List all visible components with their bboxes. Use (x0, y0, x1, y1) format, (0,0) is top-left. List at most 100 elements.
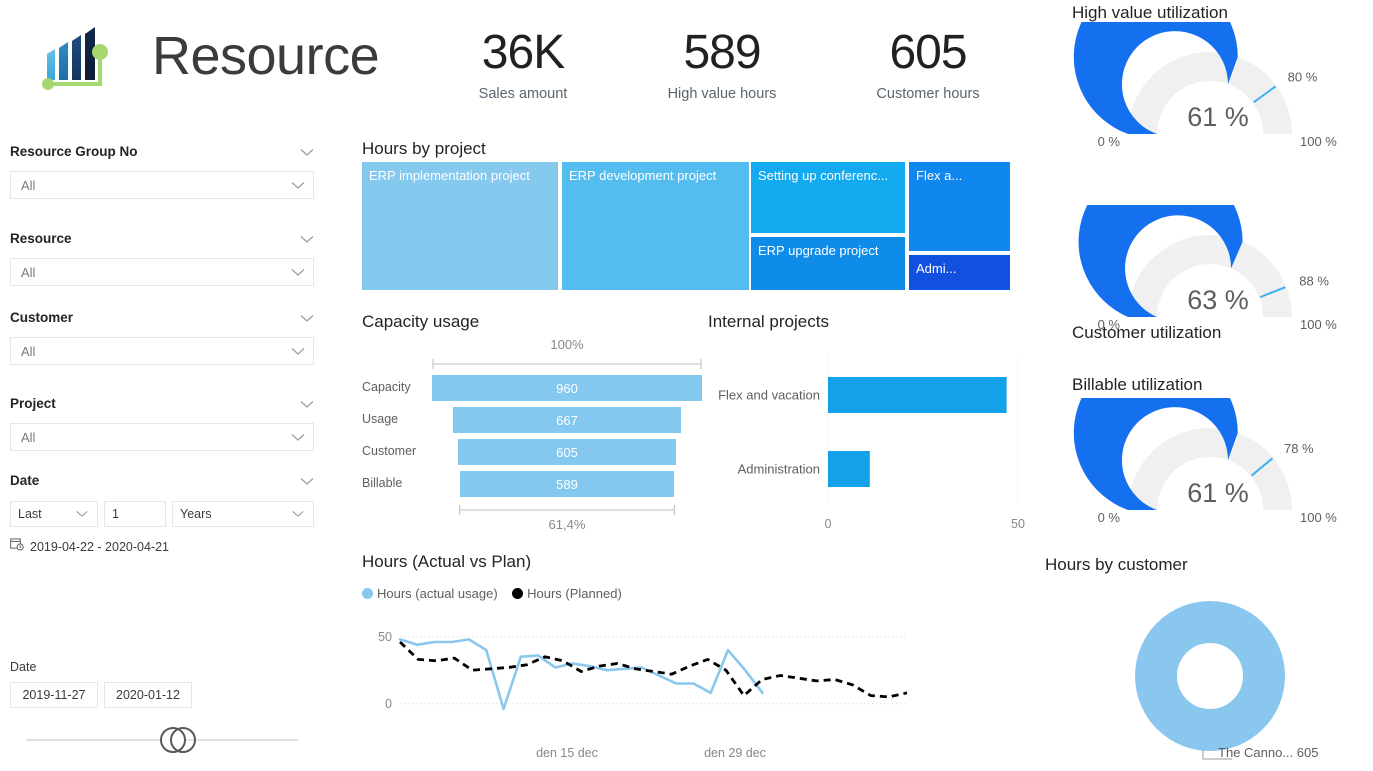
date-range-slicer[interactable]: Date 2019-11-27 2020-01-12 (10, 660, 314, 755)
slider-handle-right[interactable] (170, 727, 196, 753)
gauge-billable-utilization[interactable]: 78 % 0 % 100 % 61 % (1070, 350, 1370, 528)
treemap-tile[interactable]: ERP development project (562, 162, 749, 290)
date-range-track[interactable] (10, 725, 314, 755)
gauge-title-billable: Billable utilization (1072, 375, 1203, 394)
slicer-header: Resource (10, 231, 72, 246)
internal-projects-title: Internal projects (708, 312, 829, 331)
chevron-down-icon[interactable] (76, 510, 90, 519)
internal-projects-bar-chart[interactable]: Flex and vacation Administration 0 50 (708, 338, 1028, 538)
chevron-down-icon[interactable] (300, 235, 314, 244)
treemap-tile[interactable]: ERP implementation project (362, 162, 558, 290)
slicer-resource[interactable]: Resource All (10, 230, 314, 286)
funnel-title: Capacity usage (362, 312, 480, 331)
slicer-header: Resource Group No (10, 144, 138, 159)
gauge-max-label: 100 % (1300, 317, 1337, 332)
line-series-planned[interactable] (399, 640, 908, 699)
legend-item-planned[interactable]: Hours (Planned) (512, 586, 622, 601)
chevron-down-icon[interactable] (291, 347, 305, 356)
gauge-min-label: 0 % (1098, 317, 1121, 332)
funnel-bar-value: 605 (556, 444, 578, 460)
donut-segment[interactable] (1135, 601, 1285, 751)
funnel-row[interactable]: Usage 667 (362, 407, 702, 439)
kpi-card-sales-amount[interactable]: 36K Sales amount (446, 24, 600, 104)
slicer-customer[interactable]: Customer All (10, 309, 314, 365)
funnel-bar[interactable]: 667 (452, 407, 682, 433)
internal-project-bar[interactable] (828, 377, 1007, 413)
treemap-tile[interactable]: Flex a... (909, 162, 1010, 251)
slicer-resource-group-no[interactable]: Resource Group No All (10, 143, 314, 199)
slicer-header: Project (10, 396, 56, 411)
treemap-tile[interactable]: Setting up conferenc... (751, 162, 905, 233)
slicer-header: Date (10, 473, 40, 488)
internal-project-label: Administration (738, 462, 820, 477)
legend-swatch (362, 588, 373, 599)
gauge-min-label: 0 % (1098, 510, 1121, 525)
date-mode-dropdown[interactable]: Last (10, 501, 98, 527)
chevron-down-icon[interactable] (291, 268, 305, 277)
chevron-down-icon[interactable] (300, 400, 314, 409)
funnel-top-bracket (432, 359, 702, 369)
chevron-down-icon[interactable] (300, 148, 314, 157)
slicer-value: All (21, 177, 36, 193)
gauge-target-label: 80 % (1288, 70, 1318, 85)
slicer-dropdown[interactable]: All (10, 171, 314, 199)
hours-by-project-treemap[interactable]: ERP implementation project ERP developmen… (362, 162, 1012, 292)
treemap-tile[interactable]: Admi... (909, 255, 1010, 290)
funnel-bar[interactable]: 605 (457, 439, 677, 465)
calendar-clock-icon (10, 537, 24, 556)
legend-label: Hours (actual usage) (377, 586, 498, 601)
donut-title: Hours by customer (1045, 555, 1188, 574)
treemap-tile[interactable]: ERP upgrade project (751, 237, 905, 290)
line-chart-title: Hours (Actual vs Plan) (362, 552, 532, 571)
line-chart-legend: Hours (actual usage) Hours (Planned) (362, 586, 622, 604)
legend-item-actual[interactable]: Hours (actual usage) (362, 586, 498, 601)
funnel-row-label: Billable (362, 476, 403, 490)
app-logo-icon (38, 22, 130, 100)
chevron-down-icon[interactable] (291, 433, 305, 442)
funnel-row-label: Customer (362, 444, 417, 458)
funnel-bar[interactable]: 960 (432, 375, 702, 401)
chevron-down-icon[interactable] (291, 181, 305, 190)
y-axis-tick: 50 (378, 630, 392, 644)
gauge-value: 61 % (1187, 102, 1249, 132)
line-series-actual[interactable] (398, 638, 764, 711)
slicer-project[interactable]: Project All (10, 395, 314, 451)
kpi-card-high-value-hours[interactable]: 589 High value hours (645, 24, 799, 104)
capacity-usage-funnel[interactable]: 100% Capacity 960 Usage 667 Customer 605 Billa… (362, 337, 702, 547)
gauge-target-label: 78 % (1284, 441, 1314, 456)
chevron-down-icon[interactable] (300, 477, 314, 486)
gauge-max-label: 100 % (1300, 510, 1337, 525)
gauge-customer-utilization[interactable]: 88 % 0 % 100 % 63 % (1070, 159, 1370, 335)
gauge-high-value-utilization[interactable]: 80 % 0 % 100 % 61 % (1070, 0, 1370, 152)
internal-project-bar[interactable] (828, 451, 870, 487)
hours-by-customer-donut[interactable] (1090, 590, 1330, 770)
legend-label: Hours (Planned) (527, 586, 622, 601)
date-unit-dropdown[interactable]: Years (172, 501, 314, 527)
slicer-dropdown[interactable]: All (10, 337, 314, 365)
date-start-input[interactable]: 2019-11-27 (10, 682, 98, 708)
funnel-row-label: Usage (362, 412, 399, 426)
slicer-dropdown[interactable]: All (10, 258, 314, 286)
legend-swatch (512, 588, 524, 599)
slicer-value: All (21, 343, 36, 359)
funnel-top-label: 100% (550, 337, 584, 352)
gauge-target-label: 88 % (1299, 274, 1329, 289)
kpi-label: High value hours (667, 86, 777, 102)
date-mode-value: Last (18, 507, 42, 521)
funnel-row[interactable]: Capacity 960 (362, 375, 702, 407)
slicer-dropdown[interactable]: All (10, 423, 314, 451)
date-count-input[interactable]: 1 (104, 501, 166, 527)
funnel-row[interactable]: Billable 589 (362, 471, 702, 503)
date-count-value: 1 (112, 507, 119, 521)
funnel-row[interactable]: Customer 605 (362, 439, 702, 471)
chevron-down-icon[interactable] (292, 510, 306, 519)
kpi-card-customer-hours[interactable]: 605 Customer hours (851, 24, 1005, 104)
funnel-bottom-bracket (459, 505, 675, 515)
funnel-bar[interactable]: 589 (459, 471, 675, 497)
slicer-date-relative[interactable]: Date Last 1 Years 2019-04-22 - 2020-04-2… (10, 472, 314, 556)
chevron-down-icon[interactable] (300, 314, 314, 323)
date-end-input[interactable]: 2020-01-12 (104, 682, 192, 708)
hours-actual-vs-plan-line-chart[interactable]: 50 0 den 15 dec den 29 dec (362, 612, 917, 767)
date-start-value: 2019-11-27 (22, 688, 86, 702)
funnel-bar-value: 667 (556, 412, 578, 428)
